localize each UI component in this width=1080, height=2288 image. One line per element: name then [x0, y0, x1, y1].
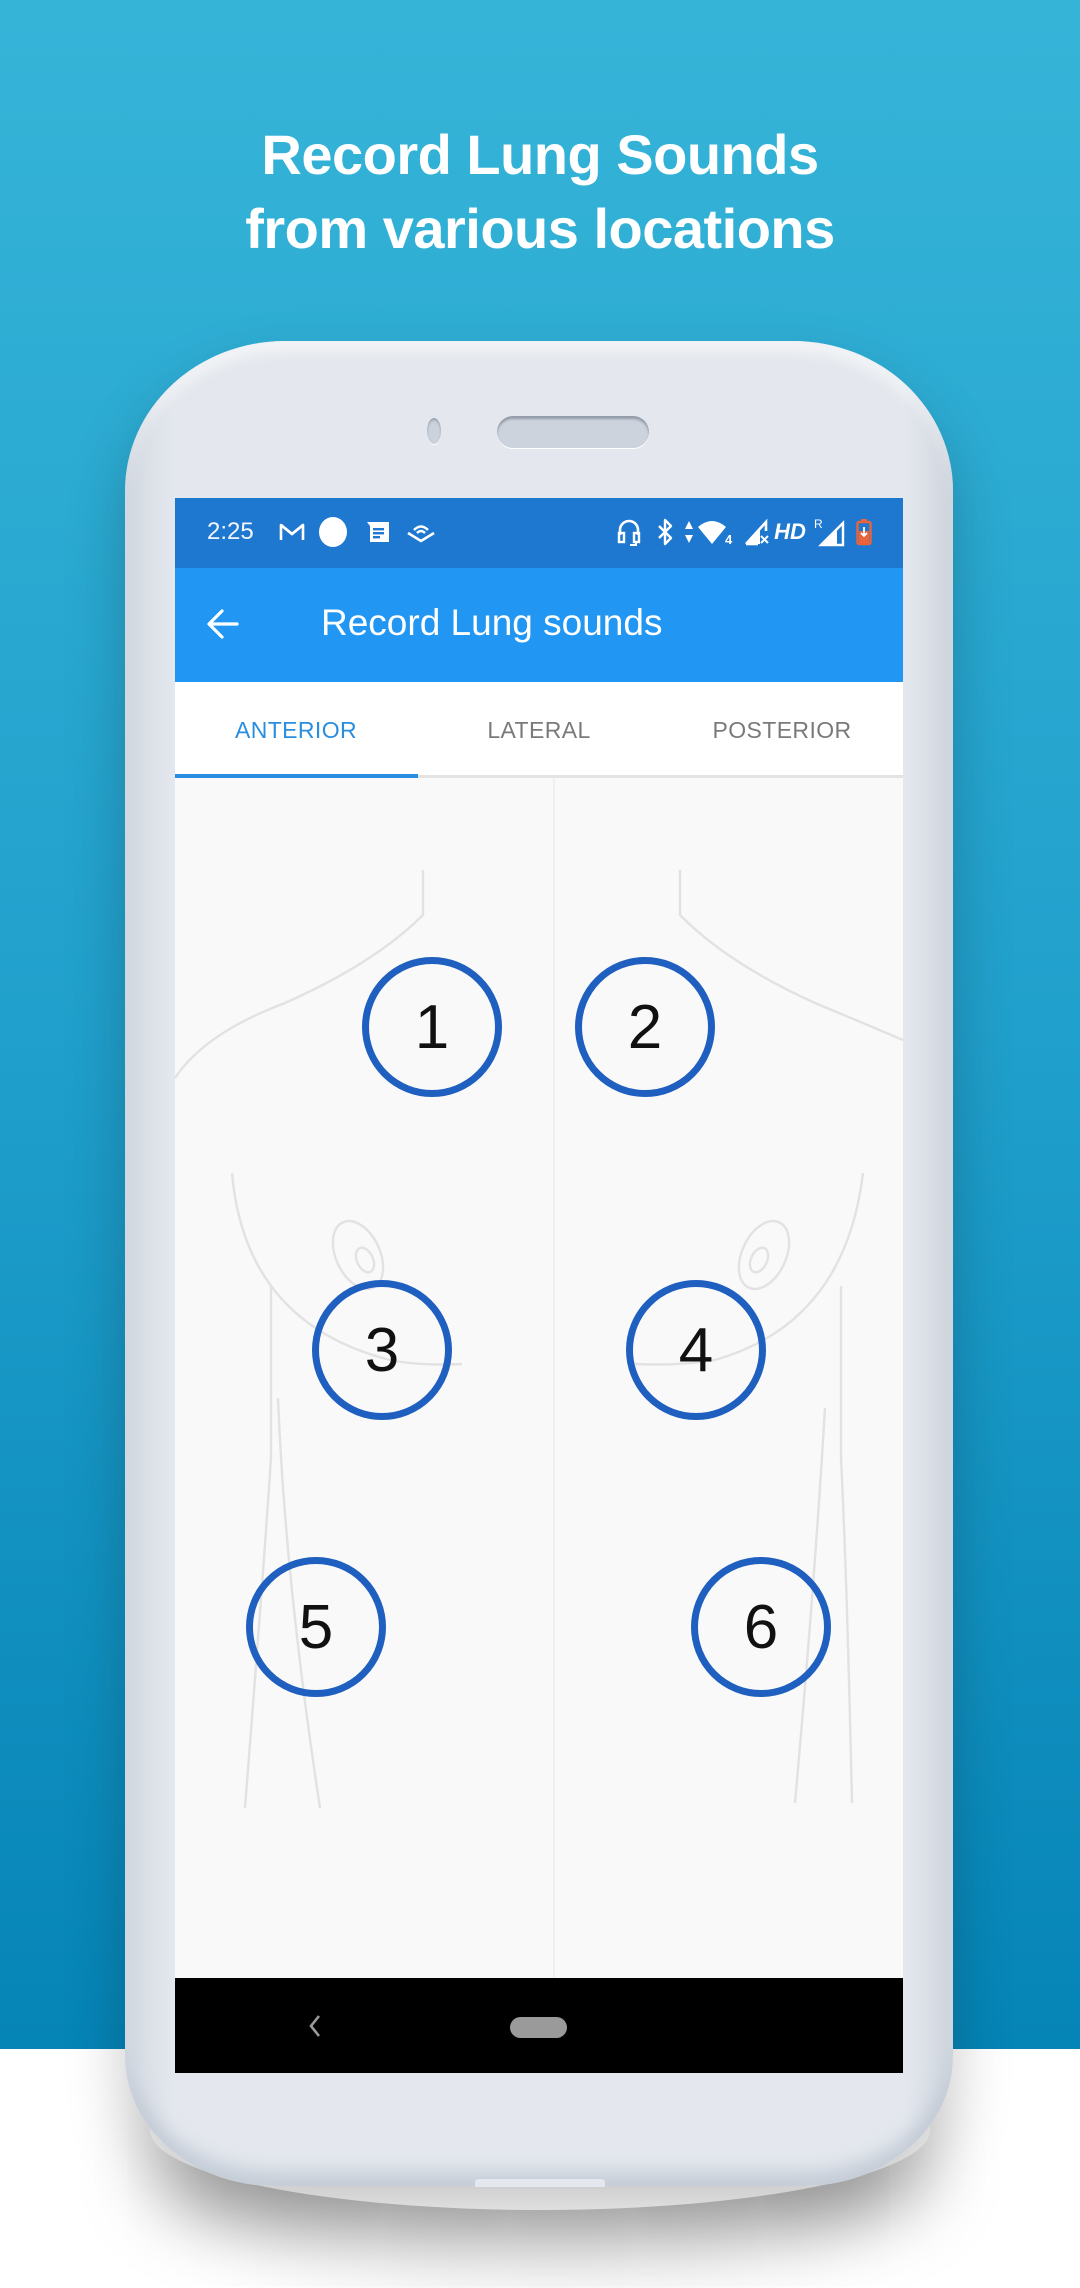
auscultation-point-2[interactable]: 2 — [575, 957, 715, 1097]
bluetooth-icon — [654, 516, 676, 548]
svg-text:R: R — [814, 517, 823, 531]
roaming-signal-icon: R — [813, 516, 847, 548]
nav-home-pill-icon[interactable] — [510, 2017, 567, 2038]
nipple-left-inner — [354, 1246, 376, 1274]
chest-diagram: 1 2 3 4 5 6 — [175, 778, 903, 1978]
auscultation-point-1[interactable]: 1 — [362, 957, 502, 1097]
headset-icon — [615, 516, 643, 548]
flank-right-outer — [839, 1286, 854, 1804]
system-nav-bar — [175, 1978, 903, 2073]
flank-left-outer — [243, 1286, 273, 1809]
tab-bar: ANTERIOR LATERAL POSTERIOR — [175, 682, 903, 778]
phone-bottom-notch — [475, 2179, 605, 2187]
nipple-right-outer — [737, 1219, 791, 1291]
signal-no-sim-icon — [743, 516, 773, 548]
nav-back-icon — [309, 2015, 321, 2037]
anterior-torso-outline — [175, 778, 903, 1978]
app-bar: Record Lung sounds — [175, 568, 903, 682]
tab-anterior[interactable]: ANTERIOR — [175, 682, 417, 778]
circle-notification-icon — [317, 516, 349, 548]
auscultation-point-5[interactable]: 5 — [246, 1557, 386, 1697]
status-time: 2:25 — [207, 518, 254, 545]
battery-charging-icon — [853, 516, 875, 548]
nav-back-button[interactable] — [300, 2006, 330, 2046]
gmail-icon — [278, 516, 306, 548]
auscultation-point-6[interactable]: 6 — [691, 1557, 831, 1697]
front-camera — [427, 418, 441, 444]
audible-icon — [405, 516, 437, 548]
page-title: Record Lung sounds — [321, 602, 663, 643]
phone-screen: 2:25 4 HD R Record Lung sounds ANTERIOR … — [175, 498, 903, 2073]
earpiece-speaker — [497, 416, 649, 448]
messages-icon — [365, 516, 391, 548]
hd-icon: HD — [774, 519, 806, 544]
auscultation-point-3[interactable]: 3 — [312, 1280, 452, 1420]
svg-text:4: 4 — [725, 532, 733, 546]
auscultation-point-4[interactable]: 4 — [626, 1280, 766, 1420]
headline-line-1: Record Lung Sounds — [261, 123, 819, 186]
promo-headline: Record Lung Sounds from various location… — [0, 118, 1080, 266]
back-button[interactable] — [197, 598, 249, 650]
headline-line-2: from various locations — [245, 197, 835, 260]
wifi-icon: 4 — [696, 516, 736, 548]
status-bar: 2:25 4 HD R — [175, 498, 903, 568]
arrow-left-icon — [207, 609, 239, 639]
tab-lateral[interactable]: LATERAL — [418, 682, 660, 778]
nipple-right-inner — [748, 1246, 770, 1274]
data-arrows-icon — [683, 516, 695, 548]
tab-posterior[interactable]: POSTERIOR — [661, 682, 903, 778]
